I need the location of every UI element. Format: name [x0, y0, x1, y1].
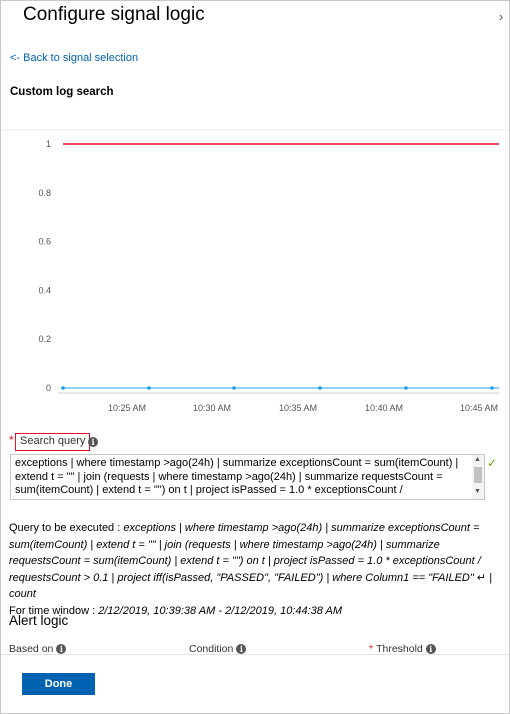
search-query-label: Search query — [15, 433, 91, 451]
y-tick-label: 0.8 — [38, 188, 51, 198]
scroll-down-icon[interactable]: ▼ — [474, 488, 481, 495]
section-title: Custom log search — [10, 86, 114, 98]
info-icon[interactable]: i — [88, 437, 98, 447]
y-tick-label: 0.2 — [38, 334, 51, 344]
x-tick-label: 10:25 AM — [108, 403, 146, 413]
checkmark-icon: ✓ — [487, 456, 498, 470]
data-point — [318, 386, 322, 390]
info-icon[interactable]: i — [56, 644, 67, 654]
data-point — [490, 386, 494, 390]
panel-title: Configure signal logic — [23, 4, 205, 25]
scroll-thumb[interactable] — [474, 467, 482, 483]
alert-logic-title: Alert logic — [9, 613, 69, 628]
y-tick-label: 0.4 — [38, 285, 51, 295]
done-button[interactable]: Done — [22, 673, 95, 695]
signal-chart: 1 0.8 0.6 0.4 0.2 0 10:25 AM 10:30 AM 10:35 AM 10… — [1, 129, 509, 413]
time-window-value: 2/12/2019, 10:39:38 AM - 2/12/2019, 10:4… — [98, 604, 343, 617]
x-tick-label: 10:35 AM — [279, 403, 317, 413]
search-query-line: exceptions | where timestamp >ago(24h) |… — [15, 457, 459, 469]
query-scrollbar[interactable]: ▲ ▼ — [472, 455, 484, 499]
configure-signal-logic-panel: Configure signal logic › <- Back to sign… — [0, 0, 510, 714]
info-icon[interactable]: i — [425, 644, 436, 654]
data-point — [147, 386, 151, 390]
search-query-line: sum(itemCount) | extend t = "") on t | p… — [15, 484, 403, 496]
data-point — [404, 386, 408, 390]
search-query-text[interactable]: exceptions | where timestamp >ago(24h) |… — [15, 457, 465, 499]
back-to-signal-selection-link[interactable]: <- Back to signal selection — [10, 52, 138, 64]
info-icon[interactable]: i — [236, 644, 247, 654]
data-point — [232, 386, 236, 390]
query-exec-prefix: Query to be executed : — [9, 522, 124, 534]
scroll-up-icon[interactable]: ▲ — [474, 456, 481, 463]
chevron-right-icon[interactable]: › — [499, 9, 509, 25]
x-tick-label: 10:45 AM — [460, 403, 498, 413]
x-tick-label: 10:40 AM — [365, 403, 403, 413]
y-tick-label: 1 — [46, 139, 51, 149]
query-to-be-executed: Query to be executed : exceptions | wher… — [9, 520, 503, 619]
y-tick-label: 0.6 — [38, 237, 51, 247]
panel-header: Configure signal logic › — [1, 1, 509, 35]
y-tick-label: 0 — [46, 383, 51, 393]
search-query-input[interactable]: exceptions | where timestamp >ago(24h) |… — [10, 454, 485, 500]
x-tick-label: 10:30 AM — [193, 403, 231, 413]
panel-footer: Done — [1, 654, 509, 713]
data-point — [61, 386, 65, 390]
required-asterisk: * — [9, 433, 14, 447]
search-query-line: extend t = "" | join (requests | where t… — [15, 470, 443, 483]
